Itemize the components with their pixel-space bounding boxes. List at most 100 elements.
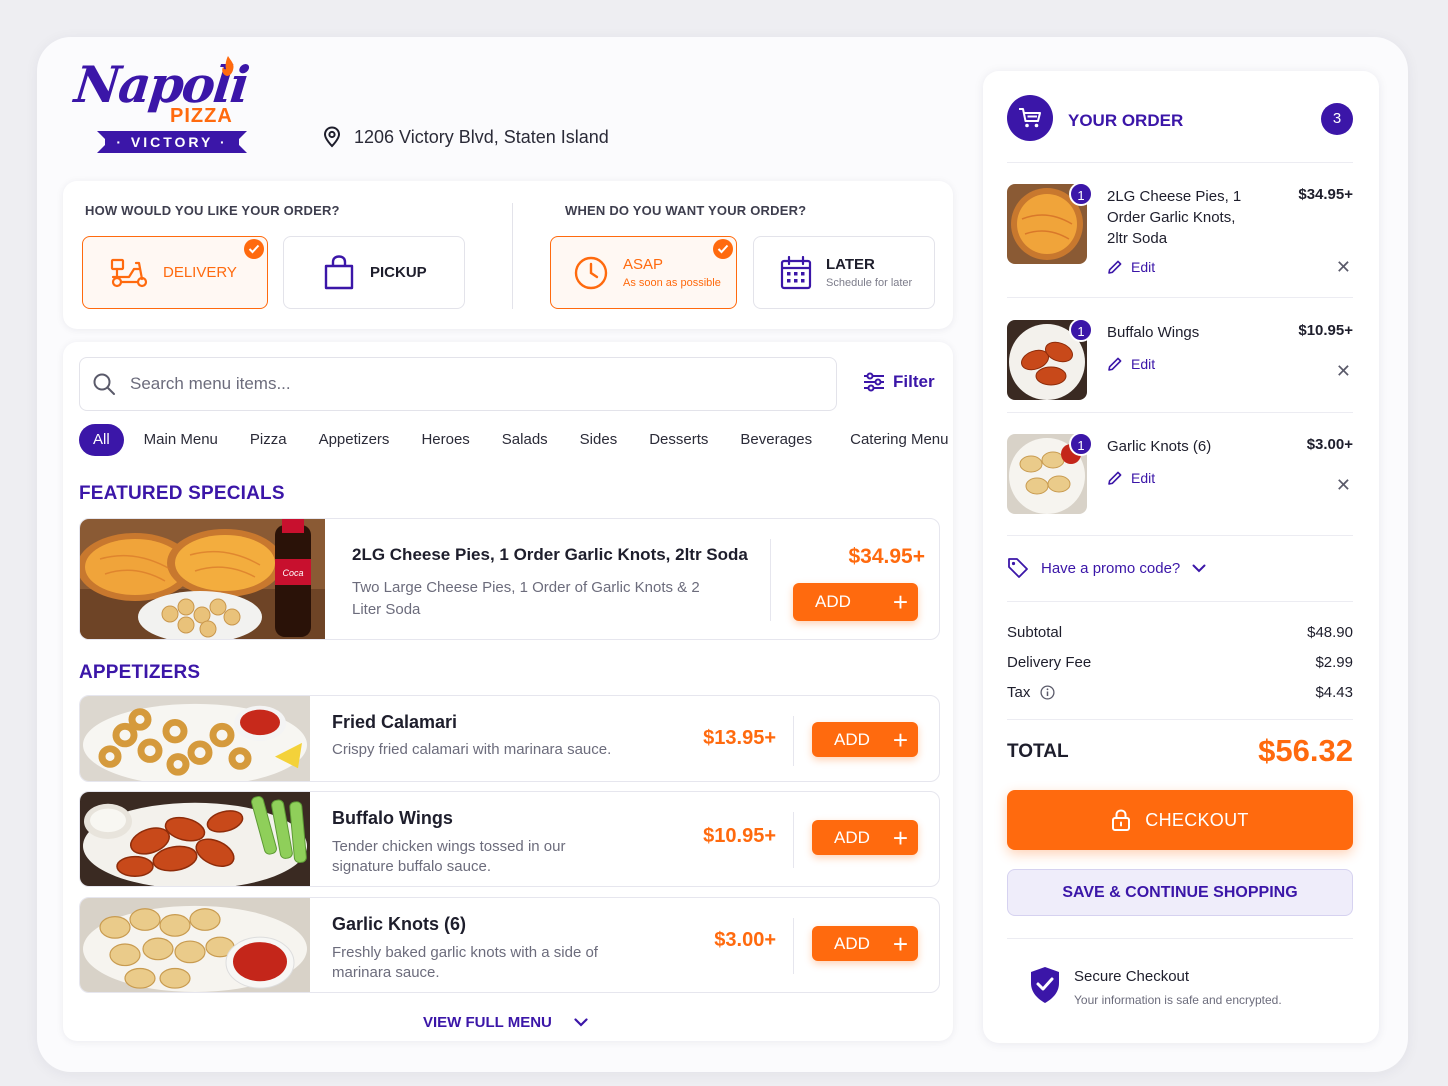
- cart-item-price: $10.95+: [1298, 322, 1353, 339]
- store-address[interactable]: 1206 Victory Blvd, Staten Island: [322, 126, 609, 148]
- edit-item-button[interactable]: Edit: [1107, 356, 1155, 372]
- add-label: ADD: [815, 592, 851, 611]
- search-input[interactable]: [130, 374, 730, 394]
- subtotal-label: Subtotal: [1007, 624, 1063, 641]
- cart-item-name: 2LG Cheese Pies, 1 Order Garlic Knots, 2…: [1107, 188, 1242, 247]
- search-box: [79, 357, 837, 411]
- category-tab-salads[interactable]: Salads: [486, 424, 564, 456]
- pencil-icon: [1108, 471, 1122, 485]
- featured-divider: [770, 539, 771, 621]
- chevron-down-icon: [1192, 564, 1206, 572]
- item-divider: [793, 812, 794, 868]
- category-tab-beverages[interactable]: Beverages: [724, 424, 828, 456]
- category-tabs: All Main Menu Pizza Appetizers Heroes Sa…: [79, 424, 965, 456]
- order-count-badge: 3: [1321, 103, 1353, 135]
- brand-logo[interactable]: Napoli PIZZA · VICTORY ·: [72, 55, 251, 155]
- menu-item-price: $3.00+: [714, 929, 776, 951]
- shield-check-icon: [1031, 967, 1059, 1003]
- menu-item-name: Fried Calamari: [332, 712, 458, 732]
- checkout-button[interactable]: CHECKOUT: [1007, 790, 1353, 850]
- filter-button[interactable]: Filter: [863, 372, 935, 392]
- tax-label-group: Tax: [1007, 684, 1055, 701]
- add-button[interactable]: ADD +: [812, 722, 918, 757]
- cart-item-name: Buffalo Wings: [1107, 324, 1200, 341]
- shopping-bag-icon: [324, 254, 354, 289]
- secure-checkout-note: Secure Checkout Your information is safe…: [1029, 966, 1282, 1009]
- order-title: YOUR ORDER: [1068, 111, 1184, 130]
- quantity-badge: 1: [1069, 182, 1093, 206]
- add-label: ADD: [834, 933, 870, 953]
- plus-icon: +: [892, 587, 908, 617]
- pencil-icon: [1108, 357, 1122, 371]
- menu-item-card[interactable]: Buffalo Wings Tender chicken wings tosse…: [79, 791, 940, 887]
- svg-text:Coca: Coca: [282, 568, 303, 578]
- add-button[interactable]: ADD +: [812, 820, 918, 855]
- category-tab-desserts[interactable]: Desserts: [633, 424, 724, 456]
- featured-add-button[interactable]: ADD +: [793, 583, 918, 621]
- secure-checkout-title: Secure Checkout: [1074, 968, 1190, 985]
- edit-label: Edit: [1131, 356, 1156, 372]
- asap-sublabel: As soon as possible: [623, 277, 721, 289]
- category-tab-sides[interactable]: Sides: [564, 424, 634, 456]
- menu-item-name: Garlic Knots (6): [332, 914, 467, 934]
- selected-check-icon: [713, 239, 733, 259]
- category-tab-catering-menu[interactable]: Catering Menu: [828, 424, 964, 456]
- tax-value: $4.43: [1315, 684, 1353, 701]
- plus-icon: +: [892, 822, 908, 853]
- item-divider: [793, 918, 794, 974]
- promo-code-label: Have a promo code?: [1041, 559, 1181, 577]
- location-pin-icon: [323, 126, 341, 148]
- fried-calamari-image: [80, 696, 310, 781]
- delivery-fee-label: Delivery Fee: [1007, 654, 1092, 671]
- promo-code-toggle[interactable]: Have a promo code?: [1007, 557, 1206, 579]
- remove-item-button[interactable]: ✕: [1336, 257, 1351, 278]
- order-summary-panel: YOUR ORDER 3 1 2LG Cheese Pies, 1 Order …: [983, 71, 1379, 1043]
- pickup-label: PICKUP: [370, 264, 427, 281]
- cart-item-price: $3.00+: [1306, 436, 1353, 453]
- add-button[interactable]: ADD +: [812, 926, 918, 961]
- menu-item-card[interactable]: Fried Calamari Crispy fried calamari wit…: [79, 695, 940, 782]
- lock-icon: [1112, 809, 1131, 831]
- menu-item-description: Crispy fried calamari with marinara sauc…: [332, 741, 612, 758]
- cart-item: 1 Buffalo Wings $10.95+ Edit ✕: [1007, 318, 1353, 410]
- tax-label: Tax: [1007, 684, 1031, 701]
- category-tab-appetizers[interactable]: Appetizers: [303, 424, 406, 456]
- quantity-badge: 1: [1069, 432, 1093, 456]
- featured-item-card[interactable]: Coca 2LG Cheese Pies, 1 Order Garlic Kno…: [79, 518, 940, 640]
- category-tab-pizza[interactable]: Pizza: [234, 424, 303, 456]
- plus-icon: +: [892, 724, 908, 755]
- category-tab-main-menu[interactable]: Main Menu: [124, 424, 234, 456]
- remove-item-button[interactable]: ✕: [1336, 361, 1351, 382]
- featured-item-description: Two Large Cheese Pies, 1 Order of Garlic…: [352, 579, 700, 618]
- edit-item-button[interactable]: Edit: [1107, 470, 1155, 486]
- asap-option-button[interactable]: ASAP As soon as possible: [550, 236, 737, 309]
- later-option-button[interactable]: LATER Schedule for later: [753, 236, 935, 309]
- address-text: 1206 Victory Blvd, Staten Island: [354, 126, 609, 147]
- plus-icon: +: [892, 928, 908, 959]
- delivery-option-button[interactable]: DELIVERY: [82, 236, 268, 309]
- appetizers-heading: APPETIZERS: [79, 662, 201, 683]
- featured-item-name: 2LG Cheese Pies, 1 Order Garlic Knots, 2…: [352, 545, 748, 564]
- featured-combo-image: Coca: [80, 519, 325, 639]
- delivery-label: DELIVERY: [163, 264, 237, 281]
- calendar-icon: [780, 255, 812, 289]
- featured-item-price: $34.95+: [848, 545, 926, 568]
- menu-item-description: Tender chicken wings tossed in our signa…: [332, 838, 566, 875]
- pickup-option-button[interactable]: PICKUP: [283, 236, 465, 309]
- cart-icon: [1007, 95, 1053, 141]
- menu-item-card[interactable]: Garlic Knots (6) Freshly baked garlic kn…: [79, 897, 940, 993]
- edit-label: Edit: [1131, 470, 1156, 486]
- delivery-fee-row: Delivery Fee $2.99: [1007, 654, 1353, 671]
- category-tab-heroes[interactable]: Heroes: [405, 424, 485, 456]
- info-icon[interactable]: [1040, 685, 1055, 700]
- order-options-panel: HOW WOULD YOU LIKE YOUR ORDER? WHEN DO Y…: [63, 181, 953, 329]
- cart-item-name: Garlic Knots (6): [1107, 438, 1212, 455]
- save-continue-button[interactable]: SAVE & CONTINUE SHOPPING: [1007, 869, 1353, 916]
- delivery-fee-value: $2.99: [1315, 654, 1353, 671]
- remove-item-button[interactable]: ✕: [1336, 475, 1351, 496]
- category-tab-all[interactable]: All: [79, 424, 124, 456]
- cart-item: 1 Garlic Knots (6) $3.00+ Edit ✕: [1007, 432, 1353, 524]
- edit-item-button[interactable]: Edit: [1107, 259, 1155, 275]
- view-full-menu-button[interactable]: VIEW FULL MENU: [423, 1014, 588, 1031]
- divider: [1007, 535, 1353, 536]
